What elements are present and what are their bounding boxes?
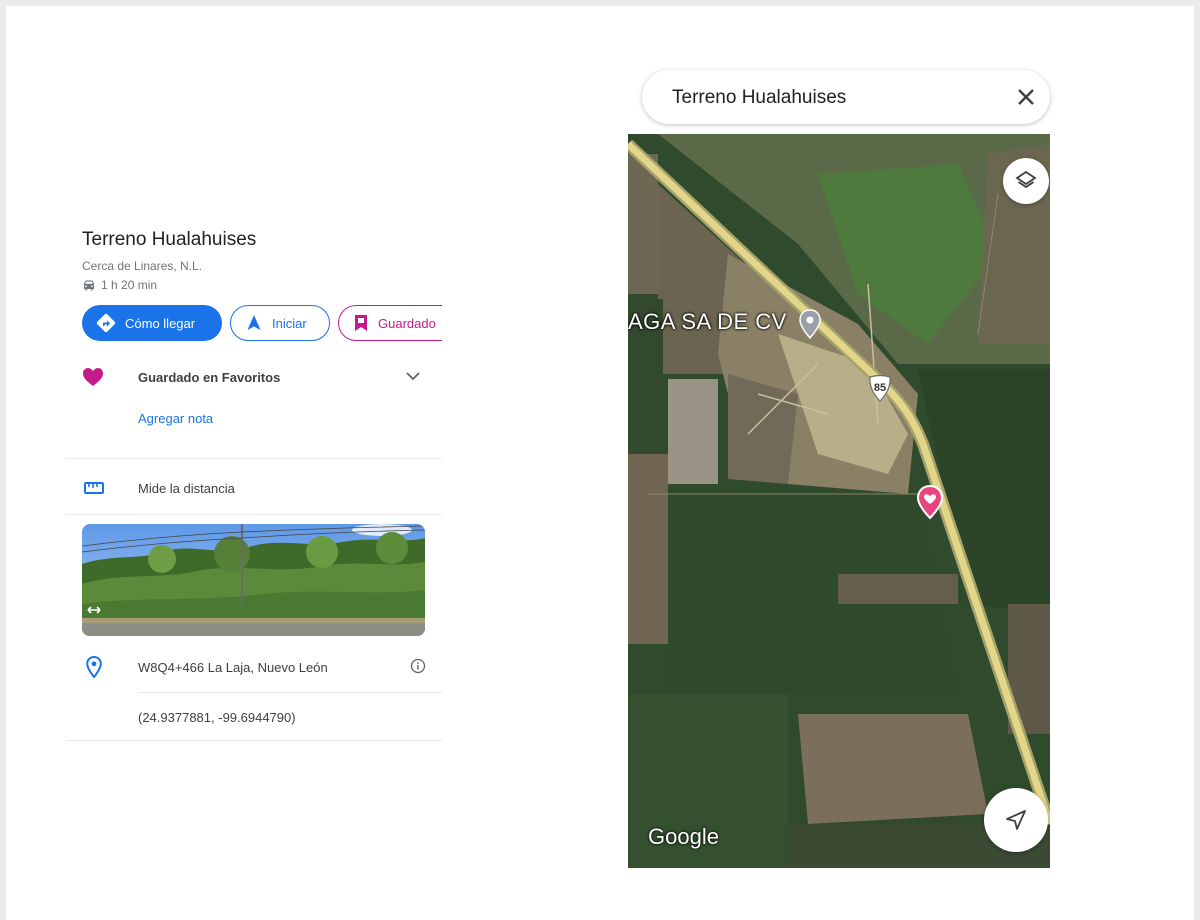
navigation-arrow-icon xyxy=(247,315,261,330)
directions-button-label: Cómo llegar xyxy=(125,315,196,331)
divider xyxy=(138,692,442,693)
divider xyxy=(66,458,442,459)
map-business-label[interactable]: AGA SA DE CV xyxy=(628,309,787,335)
satellite-map[interactable]: AGA SA DE CV 85 Google xyxy=(628,134,1050,868)
travel-time: 1 h 20 min xyxy=(82,278,157,292)
google-attribution: Google xyxy=(648,824,719,849)
search-input[interactable] xyxy=(670,82,994,114)
saved-list-label: Guardado en Favoritos xyxy=(138,370,281,385)
address-row[interactable]: W8Q4+466 La Laja, Nuevo León xyxy=(66,652,442,692)
measure-distance-row[interactable]: Mide la distancia xyxy=(66,474,442,510)
street-view-thumbnail[interactable] xyxy=(82,524,425,636)
bookmark-icon xyxy=(355,315,367,331)
start-button-label: Iniciar xyxy=(272,315,307,331)
search-box xyxy=(642,70,1050,124)
directions-icon xyxy=(96,313,116,333)
route-number: 85 xyxy=(873,382,887,394)
location-pin-icon xyxy=(86,656,102,678)
car-icon xyxy=(84,280,94,291)
saved-button[interactable]: Guardado xyxy=(338,305,442,341)
divider xyxy=(66,514,442,515)
satellite-imagery xyxy=(628,134,1050,868)
place-subtitle: Cerca de Linares, N.L. xyxy=(82,259,203,273)
saved-list-row: Guardado en Favoritos Agregar nota xyxy=(66,359,442,459)
plus-code-address: W8Q4+466 La Laja, Nuevo León xyxy=(138,660,328,675)
add-note-link[interactable]: Agregar nota xyxy=(138,411,213,426)
place-title: Terreno Hualahuises xyxy=(82,229,257,250)
layers-button[interactable] xyxy=(1003,158,1049,204)
chevron-down-icon[interactable] xyxy=(406,371,420,381)
info-icon[interactable] xyxy=(410,658,426,674)
page: Terreno Hualahuises Cerca de Linares, N.… xyxy=(6,6,1194,920)
travel-time-label: 1 h 20 min xyxy=(101,278,158,292)
saved-button-label: Guardado xyxy=(378,315,436,331)
heart-icon xyxy=(83,368,103,386)
route-85-shield: 85 xyxy=(868,374,892,402)
action-buttons: Cómo llegar Iniciar Guardado xyxy=(82,305,442,343)
start-button[interactable]: Iniciar xyxy=(230,305,330,341)
divider xyxy=(66,740,442,741)
layers-icon xyxy=(1015,170,1037,189)
coordinates-label[interactable]: (24.9377881, -99.6944790) xyxy=(138,710,296,725)
directions-button[interactable]: Cómo llegar xyxy=(82,305,222,341)
close-icon[interactable] xyxy=(1016,87,1036,107)
my-location-button[interactable] xyxy=(984,788,1048,852)
my-location-arrow-icon xyxy=(1006,810,1026,830)
ruler-icon xyxy=(84,482,104,494)
measure-distance-label: Mide la distancia xyxy=(138,481,235,496)
